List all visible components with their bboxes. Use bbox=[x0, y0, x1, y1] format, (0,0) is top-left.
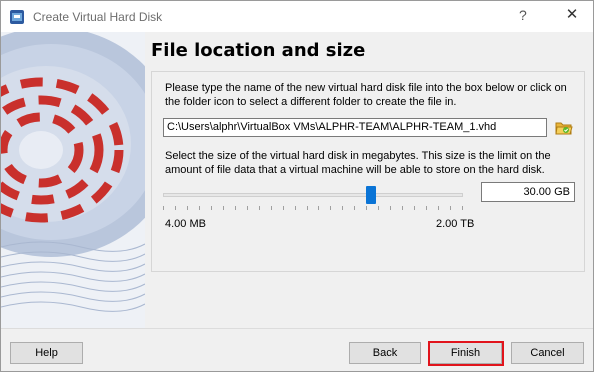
slider-tick bbox=[283, 206, 284, 210]
size-description: Select the size of the virtual hard disk… bbox=[165, 150, 551, 176]
slider-tick bbox=[462, 206, 463, 210]
slider-tick bbox=[450, 206, 451, 210]
button-bar-divider bbox=[1, 328, 593, 329]
slider-tick bbox=[318, 206, 319, 210]
slider-tick bbox=[163, 206, 164, 210]
window-title: Create Virtual Hard Disk bbox=[33, 10, 163, 24]
slider-tick bbox=[259, 206, 260, 210]
help-button[interactable]: Help bbox=[10, 342, 83, 364]
slider-tick bbox=[199, 206, 200, 210]
size-slider-thumb[interactable] bbox=[366, 186, 376, 204]
wizard-content: File location and size Please type the n… bbox=[1, 32, 593, 328]
slider-tick bbox=[330, 206, 331, 210]
virtualbox-app-icon bbox=[9, 9, 25, 25]
create-virtual-hard-disk-dialog: Create Virtual Hard Disk ? ✕ File locati… bbox=[0, 0, 594, 372]
slider-tick bbox=[175, 206, 176, 210]
close-button[interactable]: ✕ bbox=[558, 5, 586, 27]
slider-tick bbox=[378, 206, 379, 210]
page-title: File location and size bbox=[151, 40, 366, 61]
slider-tick bbox=[426, 206, 427, 210]
slider-tick bbox=[390, 206, 391, 210]
title-bar: Create Virtual Hard Disk ? ✕ bbox=[1, 1, 593, 32]
back-button[interactable]: Back bbox=[349, 342, 421, 364]
slider-tick bbox=[223, 206, 224, 210]
slider-tick bbox=[402, 206, 403, 210]
slider-tick bbox=[366, 206, 367, 210]
slider-tick bbox=[307, 206, 308, 210]
slider-tick bbox=[247, 206, 248, 210]
size-input[interactable]: 30.00 GB bbox=[481, 182, 575, 202]
slider-tick bbox=[342, 206, 343, 210]
size-slider-ticks bbox=[163, 206, 463, 211]
slider-tick bbox=[187, 206, 188, 210]
slider-tick bbox=[414, 206, 415, 210]
size-slider[interactable] bbox=[163, 186, 463, 204]
slider-tick bbox=[295, 206, 296, 210]
context-help-button[interactable]: ? bbox=[519, 7, 527, 23]
hard-disk-illustration bbox=[1, 32, 145, 328]
slider-tick bbox=[211, 206, 212, 210]
cancel-button[interactable]: Cancel bbox=[511, 342, 584, 364]
location-size-panel: Please type the name of the new virtual … bbox=[151, 71, 585, 272]
slider-max-label: 2.00 TB bbox=[436, 218, 475, 230]
file-path-input[interactable]: C:\Users\alphr\VirtualBox VMs\ALPHR-TEAM… bbox=[163, 118, 547, 137]
finish-button[interactable]: Finish bbox=[429, 342, 502, 364]
slider-tick bbox=[235, 206, 236, 210]
slider-tick bbox=[271, 206, 272, 210]
slider-min-label: 4.00 MB bbox=[165, 218, 206, 230]
slider-tick bbox=[354, 206, 355, 210]
location-description: Please type the name of the new virtual … bbox=[165, 82, 567, 108]
slider-tick bbox=[438, 206, 439, 210]
choose-folder-icon[interactable] bbox=[554, 118, 574, 137]
